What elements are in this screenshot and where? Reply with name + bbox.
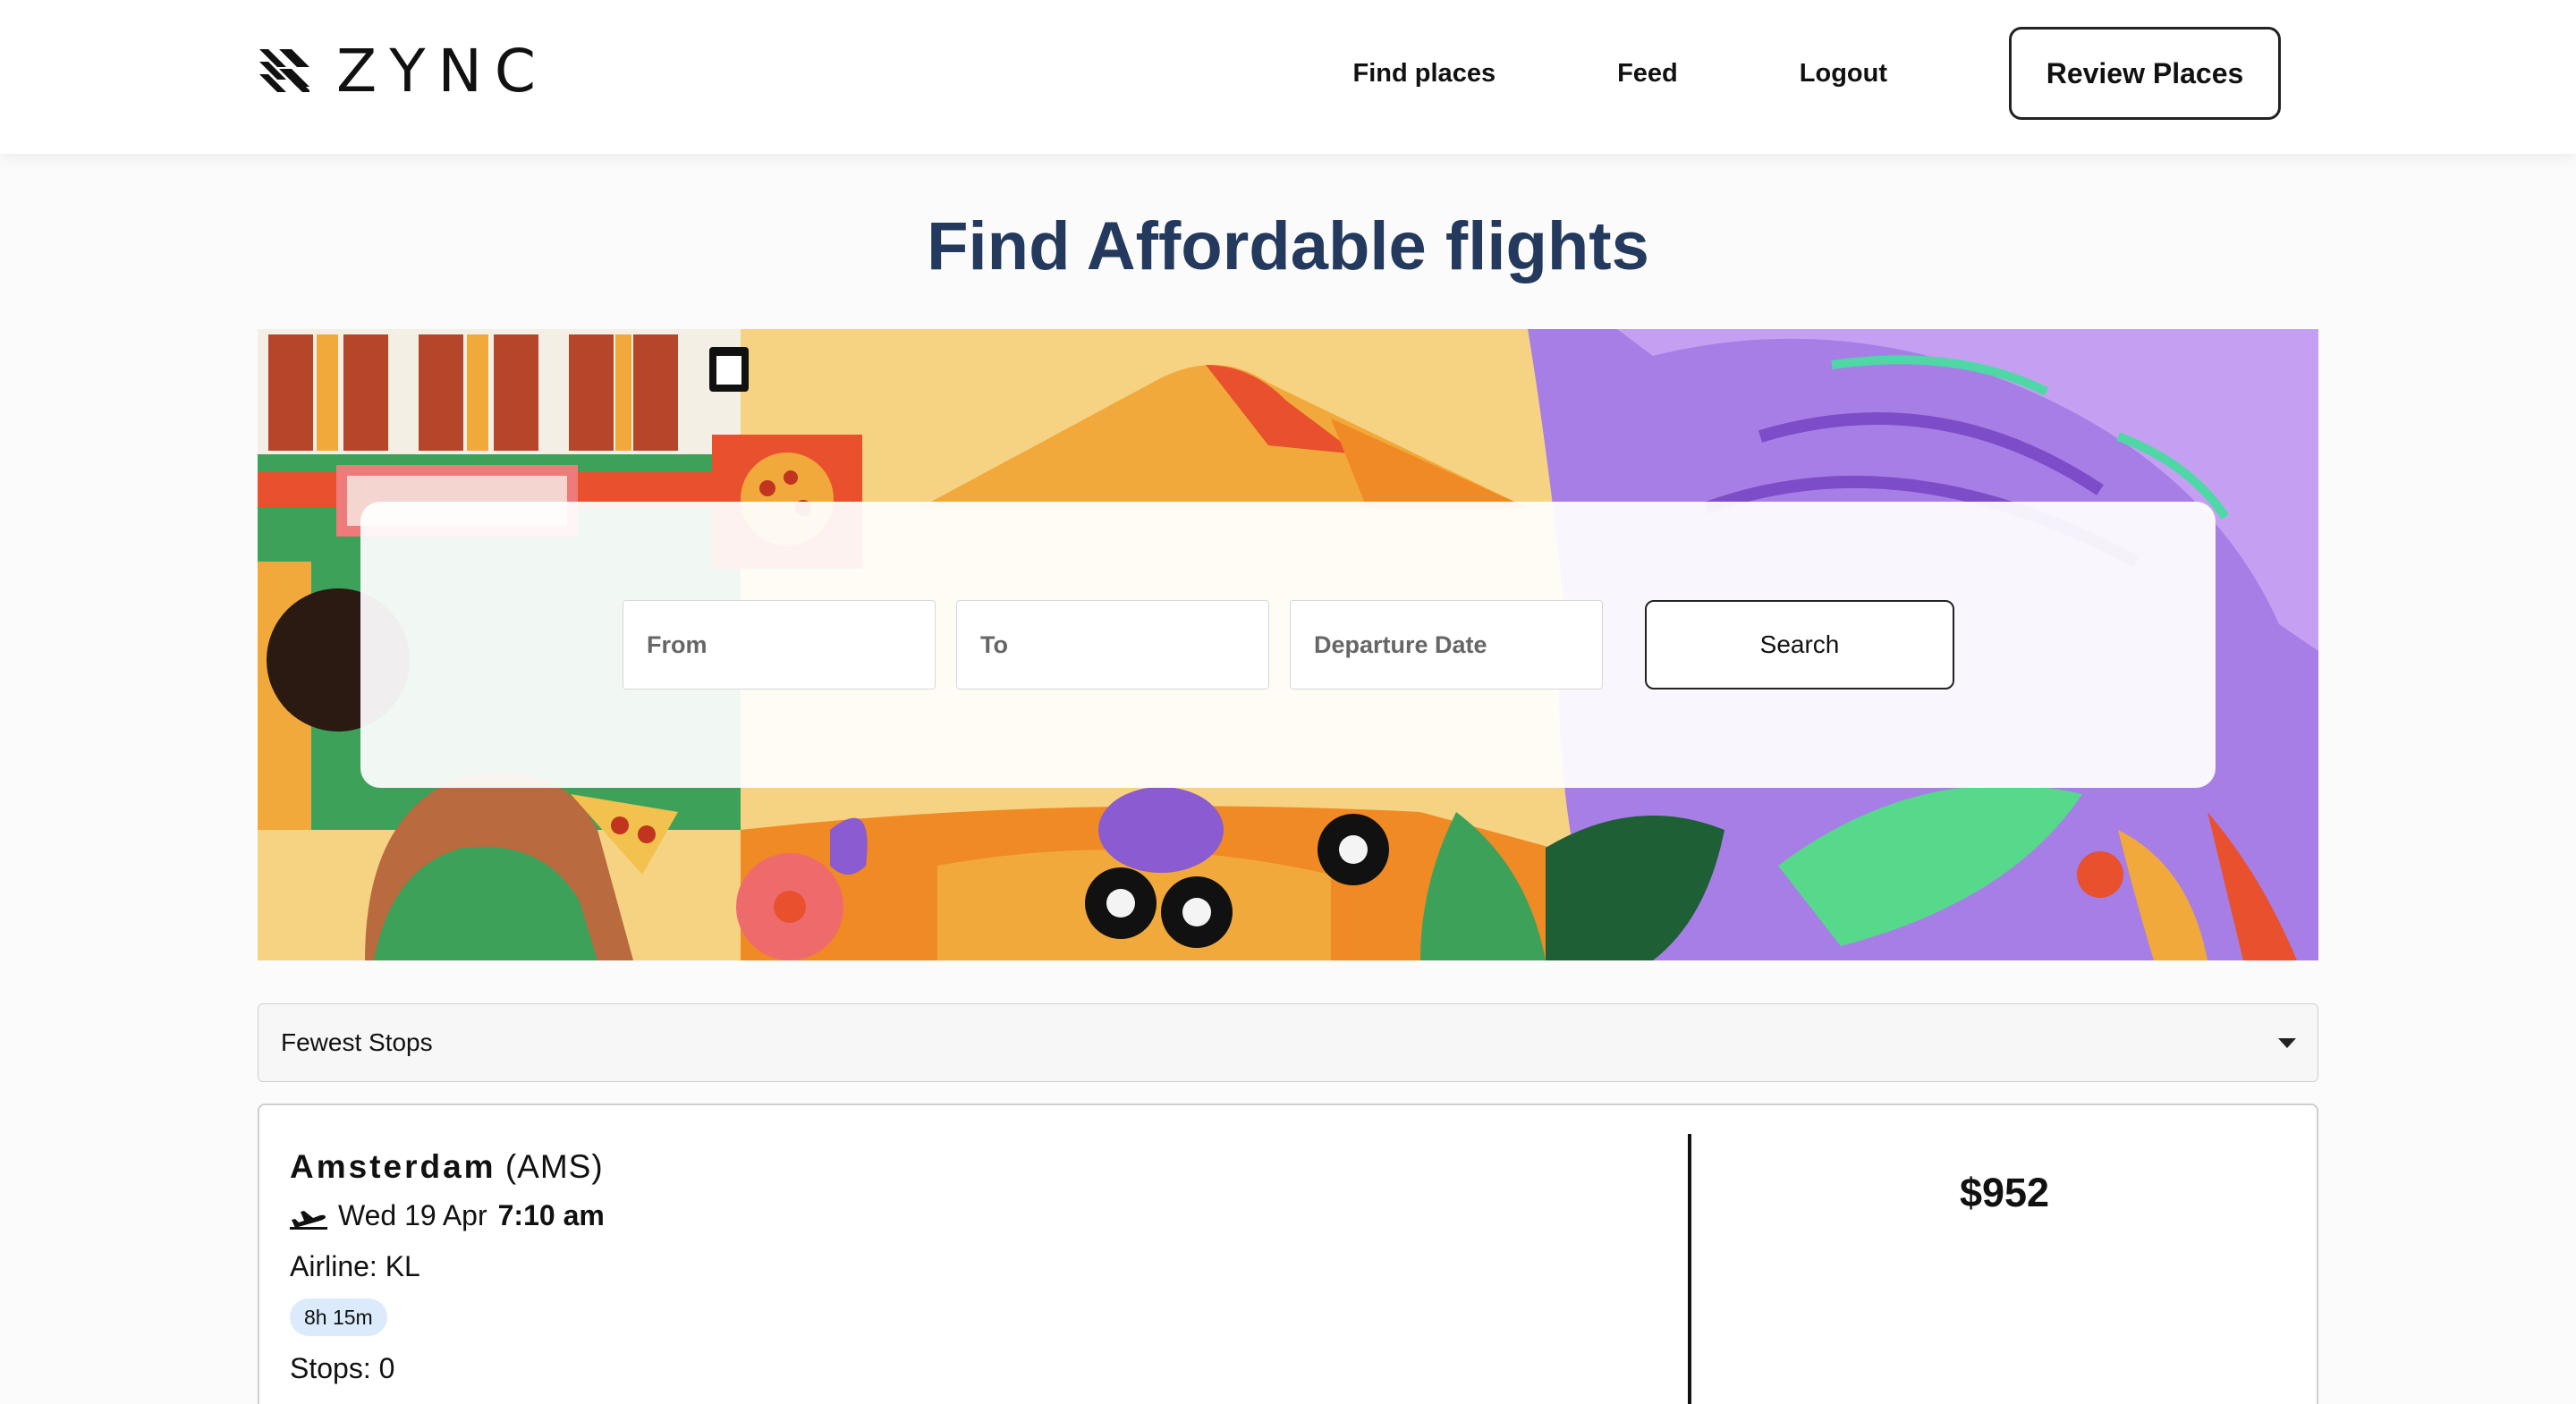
- flight-search-form: From To Departure Date Search: [360, 502, 2216, 788]
- top-navbar: ZYNC Find places Feed Logout Review Plac…: [0, 0, 2576, 154]
- brand-logo[interactable]: ZYNC: [259, 37, 548, 106]
- review-places-button[interactable]: Review Places: [2009, 27, 2281, 120]
- search-button[interactable]: Search: [1645, 600, 1954, 689]
- destination-city: Amsterdam (AMS): [290, 1148, 604, 1186]
- page: ZYNC Find places Feed Logout Review Plac…: [0, 0, 2576, 1404]
- logo-text: ZYNC: [336, 36, 548, 106]
- departure-info: Wed 19 Apr 7:10 am: [290, 1199, 605, 1232]
- zync-logo-icon: [259, 49, 309, 92]
- chevron-down-icon: [2278, 1038, 2296, 1048]
- nav-find-places[interactable]: Find places: [1353, 59, 1496, 89]
- to-input[interactable]: To: [956, 600, 1269, 689]
- sort-selected-label: Fewest Stops: [281, 1028, 433, 1056]
- from-input[interactable]: From: [623, 600, 936, 689]
- flight-price: $952: [1959, 1170, 2050, 1215]
- page-title: Find Affordable flights: [927, 208, 1649, 284]
- airport-code: (AMS): [504, 1148, 604, 1185]
- nav-feed[interactable]: Feed: [1617, 59, 1678, 89]
- flight-result-card[interactable]: Amsterdam (AMS) Wed 19 Apr 7:10 am Airli…: [258, 1104, 2318, 1404]
- nav-logout[interactable]: Logout: [1800, 59, 1887, 89]
- main-nav: Find places Feed Logout Review Places: [1353, 27, 2281, 120]
- stops-label: Stops: 0: [290, 1352, 395, 1384]
- departure-date: Wed 19 Apr: [338, 1199, 487, 1231]
- duration-badge: 8h 15m: [290, 1298, 387, 1336]
- plane-takeoff-icon: [290, 1210, 327, 1230]
- city-name: Amsterdam: [290, 1148, 496, 1185]
- departure-time: 7:10 am: [497, 1199, 605, 1231]
- sort-select[interactable]: Fewest Stops: [258, 1003, 2318, 1082]
- departure-date-input[interactable]: Departure Date: [1290, 600, 1603, 689]
- airline-label: Airline: KL: [290, 1250, 420, 1282]
